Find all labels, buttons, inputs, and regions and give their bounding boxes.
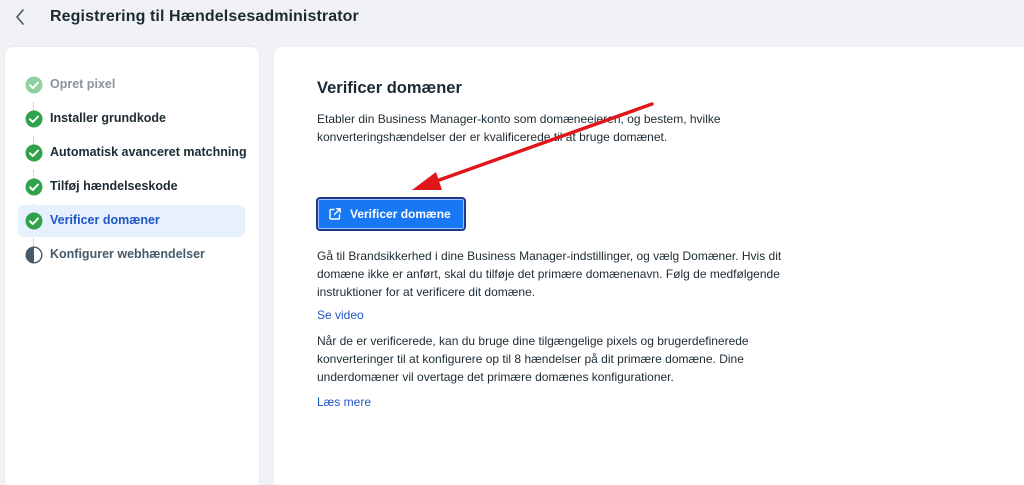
step-opret-pixel[interactable]: Opret pixel — [18, 69, 245, 101]
step-label: Verificer domæner — [50, 213, 160, 227]
step-verificer-domaener[interactable]: Verificer domæner — [18, 205, 245, 237]
step-label: Installer grundkode — [50, 111, 166, 125]
main-panel: Verificer domæner Etabler din Business M… — [274, 47, 1024, 485]
check-circle-icon — [25, 178, 43, 196]
step-konfigurer-webhaendelser[interactable]: Konfigurer webhændelser — [18, 239, 245, 271]
steps-sidebar: Opret pixel Installer grundkode Automati… — [5, 47, 259, 485]
step-label: Automatisk avanceret matchning — [50, 145, 247, 159]
check-circle-icon — [25, 144, 43, 162]
after-verify-text: Når de er verificerede, kan du bruge din… — [317, 334, 749, 384]
step-label: Opret pixel — [50, 77, 116, 91]
section-title: Verificer domæner — [317, 79, 462, 97]
half-circle-icon — [25, 246, 43, 264]
verify-domain-label: Verificer domæne — [350, 207, 451, 221]
check-circle-icon — [25, 212, 43, 230]
external-link-icon — [329, 208, 341, 220]
intro-text: Etabler din Business Manager-konto som d… — [317, 112, 721, 144]
see-video-link[interactable]: Se video — [317, 308, 364, 322]
top-bar: Registrering til Hændelsesadministrator — [0, 0, 1024, 36]
page-title: Registrering til Hændelsesadministrator — [50, 8, 359, 25]
check-circle-icon — [25, 110, 43, 128]
step-tilfoej-haendelseskode[interactable]: Tilføj hændelseskode — [18, 171, 245, 203]
back-button[interactable] — [10, 6, 30, 28]
step-label: Tilføj hændelseskode — [50, 179, 178, 193]
instructions-text: Gå til Brandsikkerhed i dine Business Ma… — [317, 249, 782, 299]
chevron-left-icon — [16, 9, 24, 25]
verify-domain-button[interactable]: Verificer domæne — [316, 197, 466, 231]
read-more-link[interactable]: Læs mere — [317, 395, 371, 409]
step-installer-grundkode[interactable]: Installer grundkode — [18, 103, 245, 135]
step-label: Konfigurer webhændelser — [50, 247, 205, 261]
step-automatisk-avanceret-matchning[interactable]: Automatisk avanceret matchning — [18, 137, 247, 169]
check-circle-icon — [25, 76, 43, 94]
